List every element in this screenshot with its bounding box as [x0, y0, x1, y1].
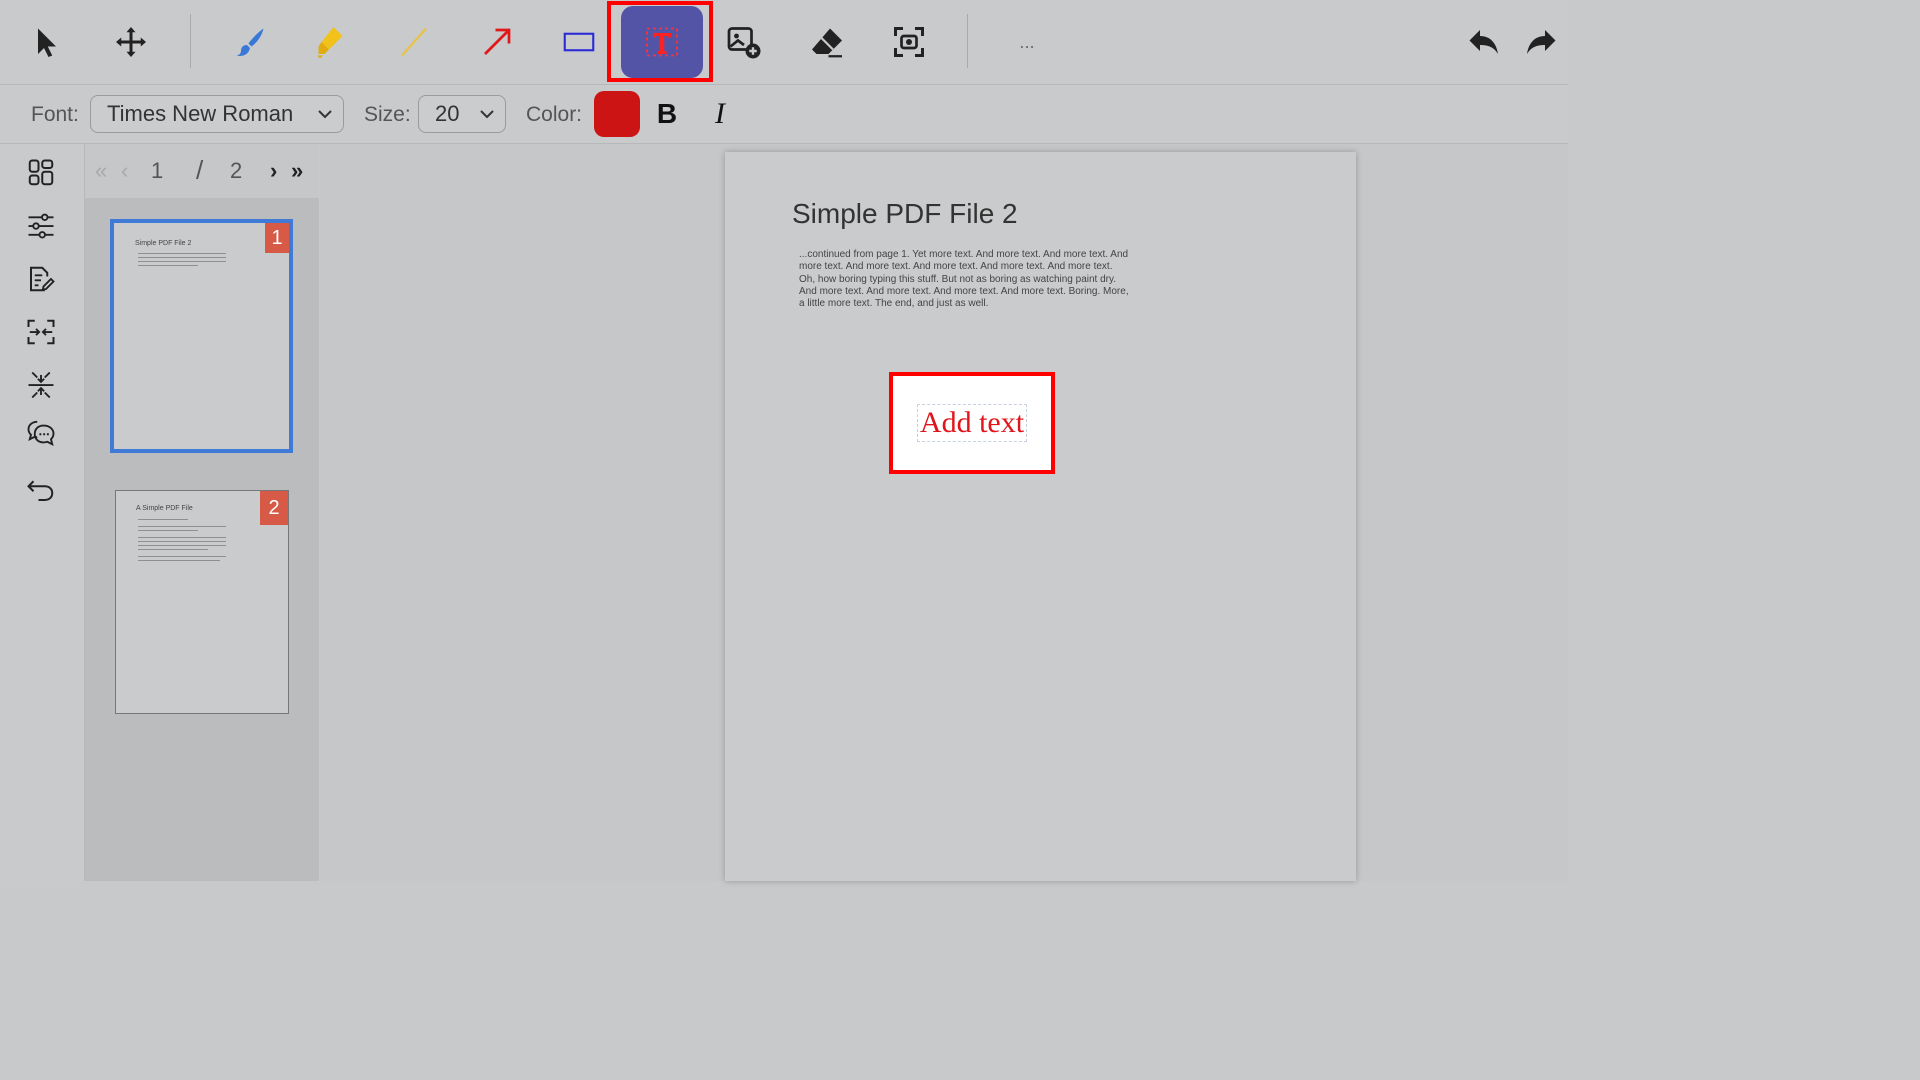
brush-tool-button[interactable] [209, 6, 291, 78]
sliders-icon [28, 213, 54, 239]
thumbnail-text-line [138, 541, 226, 542]
text-tool-button[interactable] [621, 6, 703, 78]
page-number-badge: 2 [260, 491, 288, 525]
thumbnail-text-line [138, 253, 226, 254]
move-tool-button[interactable] [90, 6, 172, 78]
thumbnail-title: Simple PDF File 2 [135, 240, 192, 247]
thumbnail-text-line [138, 545, 226, 546]
redo-button[interactable] [1524, 6, 1568, 78]
rail-merge-button[interactable] [22, 313, 60, 351]
rail-comments-button[interactable] [22, 414, 60, 452]
chevron-down-icon [318, 110, 332, 119]
chevron-down-icon [480, 110, 494, 119]
page-thumbnail-2[interactable]: A Simple PDF File 2 [115, 490, 289, 714]
page-thumbnail-1[interactable]: Simple PDF File 2 1 [110, 219, 293, 453]
next-page-button[interactable]: › [270, 158, 277, 184]
left-rail [0, 144, 85, 881]
thumbnail-title: A Simple PDF File [136, 505, 193, 512]
add-image-tool-button[interactable] [703, 6, 785, 78]
select-tool-button[interactable] [6, 6, 88, 78]
size-select[interactable]: 20 [418, 95, 506, 133]
font-value: Times New Roman [107, 101, 294, 126]
image-add-icon [727, 27, 761, 59]
more-label: ... [1019, 32, 1035, 52]
rectangle-tool-button[interactable] [538, 6, 620, 78]
rail-adjust-button[interactable] [22, 207, 60, 245]
current-page-input[interactable]: 1 [151, 158, 163, 184]
paintbrush-icon [236, 28, 264, 57]
line-icon [401, 27, 427, 57]
undo-icon [1469, 30, 1498, 54]
thumbnail-text-line [138, 526, 226, 527]
color-picker-button[interactable] [594, 91, 640, 137]
highlighter-icon [317, 27, 343, 59]
edit-document-icon [30, 266, 55, 292]
comments-icon [27, 420, 55, 447]
rail-thumbnails-button[interactable] [22, 154, 60, 192]
screenshot-icon [894, 27, 924, 57]
arrow-icon [484, 28, 511, 55]
grid-icon [28, 159, 54, 186]
rail-edit-notes-button[interactable] [22, 260, 60, 298]
thumbnail-text-line [138, 549, 208, 550]
thumbnail-text-line [138, 261, 226, 262]
thumbnail-text-line [138, 519, 188, 520]
font-label: Font: [31, 103, 79, 126]
italic-button[interactable]: I [703, 96, 737, 132]
page-title: Simple PDF File 2 [792, 198, 1018, 229]
thumbnail-text-line [138, 530, 198, 531]
size-label: Size: [364, 103, 411, 126]
thumbnail-text-line [138, 265, 198, 266]
main-toolbar: ... [0, 0, 1568, 85]
last-page-button[interactable]: » [291, 158, 303, 184]
move-arrows-icon [116, 27, 146, 57]
thumbnail-text-line [138, 537, 226, 538]
more-tools-button[interactable]: ... [986, 6, 1068, 78]
rectangle-icon [563, 32, 595, 52]
page-number-badge: 1 [265, 223, 289, 253]
toolbar-divider [190, 14, 191, 68]
page-separator: / [196, 155, 204, 185]
eraser-tool-button[interactable] [786, 6, 868, 78]
prev-page-button[interactable]: ‹ [121, 158, 128, 184]
redo-icon [1527, 30, 1556, 54]
thumbnail-text-line [138, 257, 226, 258]
font-select[interactable]: Times New Roman [90, 95, 344, 133]
undo-button[interactable] [1442, 6, 1524, 78]
rail-back-button[interactable] [22, 471, 60, 509]
thumbnail-text-line [138, 556, 226, 557]
merge-icon [27, 319, 55, 345]
arrow-tool-button[interactable] [456, 6, 538, 78]
return-icon [27, 480, 54, 501]
thumbnail-panel: « ‹ 1 / 2 › » Simple PDF File 2 1 A Simp… [85, 144, 319, 881]
screenshot-tool-button[interactable] [868, 6, 950, 78]
thumbnail-text-line [138, 560, 220, 561]
text-annotation-input[interactable]: Add text [916, 404, 1028, 442]
highlighter-tool-button[interactable] [288, 6, 370, 78]
first-page-button[interactable]: « [95, 158, 107, 184]
line-tool-button[interactable] [373, 6, 455, 78]
rail-split-button[interactable] [22, 366, 60, 404]
split-icon [28, 371, 54, 399]
size-value: 20 [435, 101, 460, 126]
pdf-page[interactable]: Simple PDF File 2 ...continued from page… [725, 152, 1356, 881]
text-annotation-box[interactable]: Add text [889, 372, 1055, 474]
format-bar: Font: Times New Roman Size: 20 Color: B … [0, 85, 1568, 144]
text-insert-icon [646, 27, 678, 57]
cursor-arrow-icon [38, 28, 56, 57]
color-label: Color: [526, 103, 583, 126]
bold-button[interactable]: B [652, 96, 682, 132]
toolbar-divider [967, 14, 968, 68]
eraser-icon [812, 28, 842, 58]
page-navigator: « ‹ 1 / 2 › » [85, 144, 319, 198]
total-pages: 2 [230, 158, 243, 183]
page-body-text: ...continued from page 1. Yet more text.… [799, 249, 1129, 310]
